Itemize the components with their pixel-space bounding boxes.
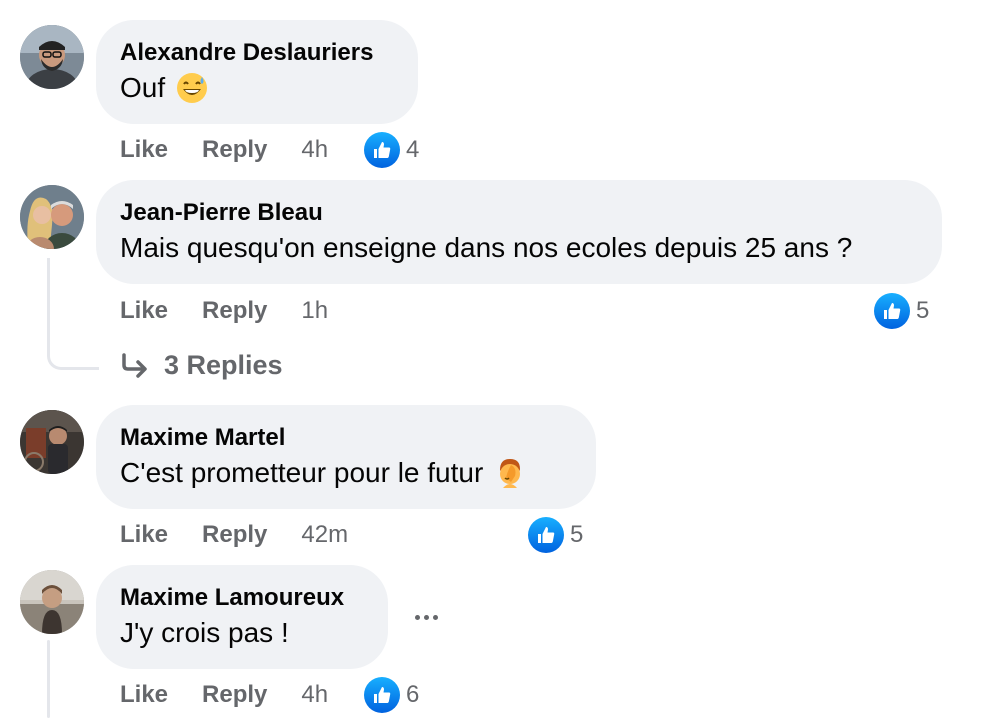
like-button[interactable]: Like: [120, 136, 168, 164]
comment-text: C'est prometteur pour le futur: [120, 456, 572, 490]
comment-author[interactable]: Maxime Martel: [120, 424, 572, 452]
comment-author[interactable]: Alexandre Deslauriers: [120, 39, 394, 67]
comment-timestamp[interactable]: 1h: [301, 297, 328, 325]
grinning-sweat-emoji-icon: [175, 71, 209, 105]
comment-author[interactable]: Maxime Lamoureux: [120, 584, 364, 612]
comment-text-content: J'y crois pas !: [120, 617, 289, 648]
comment-bubble: Jean-Pierre Bleau Mais quesqu'on enseign…: [96, 180, 942, 284]
comment-actions: Like Reply 4h: [120, 136, 328, 164]
comment-text: Mais quesqu'on enseigne dans nos ecoles …: [120, 231, 918, 265]
reaction-count: 4: [406, 136, 420, 163]
dot: [432, 614, 438, 620]
more-options-icon[interactable]: [406, 597, 446, 637]
replies-count-label: 3 Replies: [164, 350, 283, 380]
comment-text-content: C'est prometteur pour le futur: [120, 457, 484, 488]
comment-text: J'y crois pas !: [120, 616, 364, 650]
reaction-count: 6: [406, 681, 420, 708]
reaction-summary[interactable]: 4: [364, 132, 419, 168]
face-palm-emoji-icon: [493, 456, 527, 490]
reaction-summary[interactable]: 6: [364, 677, 419, 713]
comment-timestamp[interactable]: 42m: [301, 521, 348, 549]
thumbs-up-icon: [874, 293, 910, 329]
thumbs-up-icon: [528, 517, 564, 553]
reply-button[interactable]: Reply: [202, 521, 267, 549]
comment-text-content: Mais quesqu'on enseigne dans nos ecoles …: [120, 232, 853, 263]
comment-thread: Alexandre Deslauriers Ouf Like Reply 4h …: [0, 0, 982, 718]
like-button[interactable]: Like: [120, 681, 168, 709]
comment-actions: Like Reply 4h: [120, 681, 328, 709]
reaction-summary[interactable]: 5: [874, 293, 929, 329]
avatar[interactable]: [20, 185, 84, 249]
reply-arrow-icon: [120, 352, 150, 379]
thread-connector: [47, 258, 99, 370]
comment-timestamp[interactable]: 4h: [301, 136, 328, 164]
reply-button[interactable]: Reply: [202, 681, 267, 709]
avatar[interactable]: [20, 410, 84, 474]
comment-actions: Like Reply 1h: [120, 297, 328, 325]
comment-bubble: Maxime Martel C'est prometteur pour le f…: [96, 405, 596, 509]
reaction-count: 5: [570, 521, 584, 548]
reply-button[interactable]: Reply: [202, 297, 267, 325]
dot: [423, 614, 429, 620]
view-replies-button[interactable]: 3 Replies: [120, 350, 283, 381]
avatar[interactable]: [20, 25, 84, 89]
like-button[interactable]: Like: [120, 297, 168, 325]
comment-text: Ouf: [120, 71, 394, 105]
thread-connector: [47, 640, 50, 718]
thumbs-up-icon: [364, 132, 400, 168]
avatar[interactable]: [20, 570, 84, 634]
like-button[interactable]: Like: [120, 521, 168, 549]
comment-timestamp[interactable]: 4h: [301, 681, 328, 709]
comment-text-content: Ouf: [120, 72, 166, 103]
reply-button[interactable]: Reply: [202, 136, 267, 164]
comment-bubble: Maxime Lamoureux J'y crois pas !: [96, 565, 388, 669]
comment-author[interactable]: Jean-Pierre Bleau: [120, 199, 918, 227]
dot: [414, 614, 420, 620]
comment-actions: Like Reply 42m: [120, 521, 348, 549]
comment-bubble: Alexandre Deslauriers Ouf: [96, 20, 418, 124]
thumbs-up-icon: [364, 677, 400, 713]
reaction-summary[interactable]: 5: [528, 517, 583, 553]
reaction-count: 5: [916, 297, 930, 324]
